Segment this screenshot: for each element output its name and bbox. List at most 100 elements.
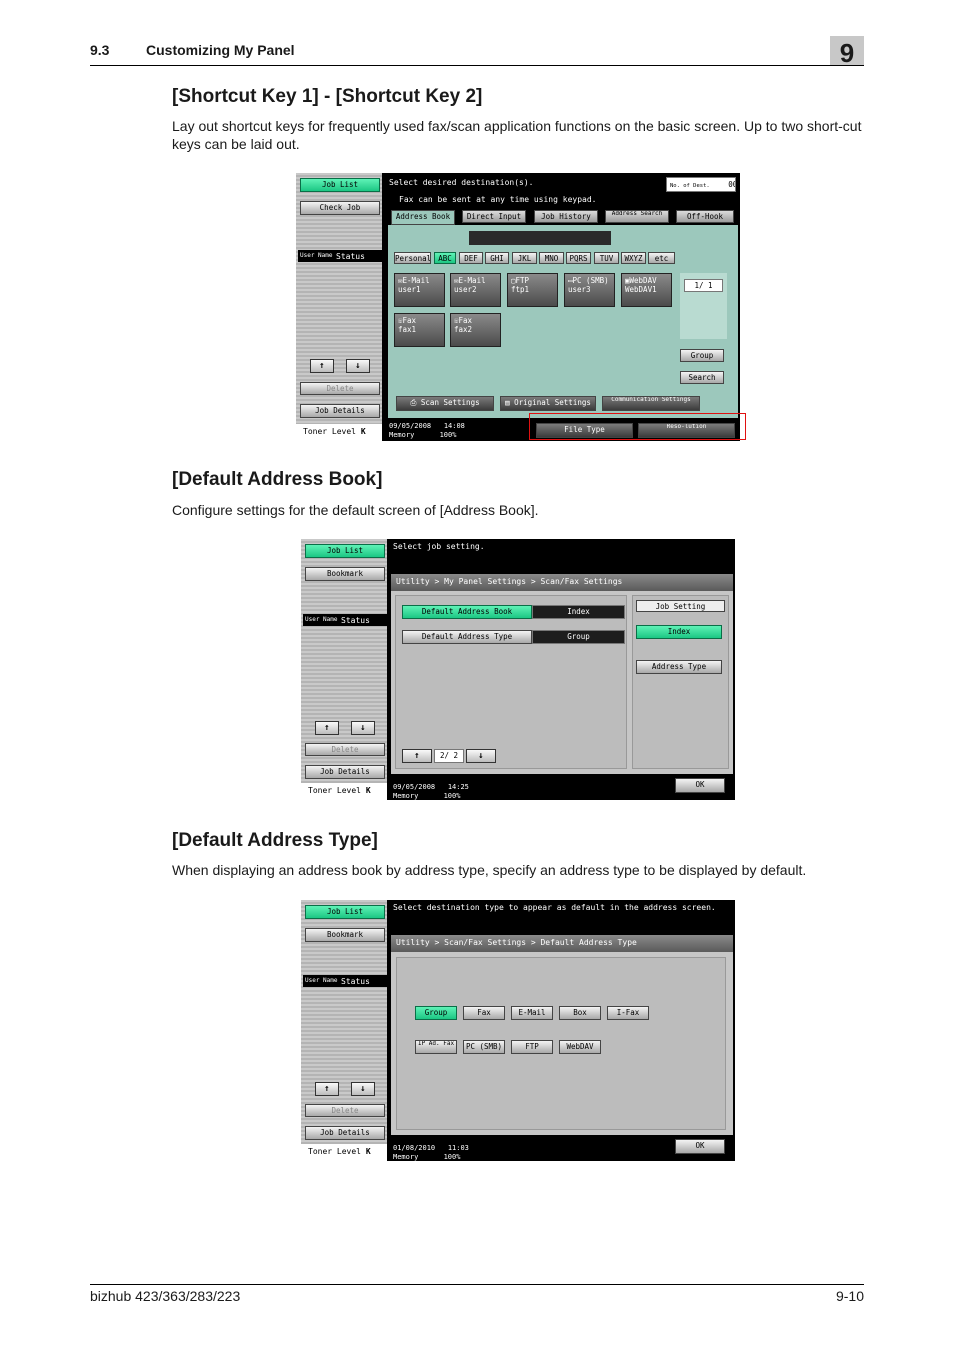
paragraph-default-address-book: Configure settings for the default scree… — [172, 502, 539, 518]
message-line: Select destination type to appear as def… — [393, 903, 716, 912]
page-up-button[interactable]: ↑ — [402, 749, 432, 763]
bookmark-button[interactable]: Bookmark — [305, 928, 385, 942]
option-index-button[interactable]: Index — [636, 625, 722, 639]
heading-shortcut-key: [Shortcut Key 1] - [Shortcut Key 2] — [172, 86, 483, 107]
screenshot-shortcut-keys: Job List Check Job User Name Status ↑ ↓ … — [296, 173, 740, 441]
destination-fax2[interactable]: ☏Fax fax2 — [450, 313, 501, 347]
chapter-badge: 9 — [830, 36, 864, 68]
left-panel: Job List Check Job User Name Status ↑ ↓ … — [296, 173, 382, 441]
destination-ftp1[interactable]: ▢FTP ftp1 — [507, 273, 558, 307]
delete-button[interactable]: Delete — [305, 1104, 385, 1117]
type-fax-button[interactable]: Fax — [463, 1006, 505, 1020]
job-list-button[interactable]: Job List — [305, 544, 385, 558]
user-status-header: User Name Status — [303, 975, 387, 987]
scroll-down-button[interactable]: ↓ — [346, 359, 370, 373]
paragraph-default-address-type: When displaying an address book by addre… — [172, 862, 807, 878]
type-ifax-button[interactable]: I-Fax — [607, 1006, 649, 1020]
paragraph-shortcut-key: Lay out shortcut keys for frequently use… — [172, 118, 862, 152]
destination-user3[interactable]: ▭PC (SMB) user3 — [564, 273, 615, 307]
index-tab-personal[interactable]: Personal — [394, 252, 431, 264]
scan-settings-tab[interactable]: ⎙ Scan Settings — [396, 396, 494, 411]
job-setting-panel: Job Setting Index Address Type — [632, 595, 729, 769]
job-list-button[interactable]: Job List — [305, 905, 385, 919]
scroll-up-button[interactable]: ↑ — [315, 721, 339, 735]
default-address-book-row[interactable]: Default Address Book — [402, 605, 532, 619]
job-details-button[interactable]: Job Details — [305, 1126, 385, 1140]
section-number: 9.3 — [90, 42, 110, 58]
type-ip-fax-button[interactable]: IP Ad. Fax — [415, 1040, 457, 1054]
type-group-button[interactable]: Group — [415, 1006, 457, 1020]
type-pc-smb-button[interactable]: PC (SMB) — [463, 1040, 505, 1054]
ok-button[interactable]: OK — [675, 778, 725, 793]
toner-level: Toner Level K — [301, 1144, 387, 1161]
index-tab-def[interactable]: DEF — [459, 252, 483, 264]
job-details-button[interactable]: Job Details — [305, 765, 385, 779]
message-line-2: Fax can be sent at any time using keypad… — [399, 195, 597, 204]
ok-button[interactable]: OK — [675, 1139, 725, 1154]
address-type-area: Group Fax E-Mail Box I-Fax IP Ad. Fax PC… — [391, 952, 733, 1135]
toner-level: Toner Level K — [296, 424, 382, 441]
index-tab-abc[interactable]: ABC — [434, 252, 456, 264]
scroll-down-button[interactable]: ↓ — [351, 1082, 375, 1096]
left-panel: Job List Bookmark User Name Status ↑ ↓ D… — [301, 900, 387, 1161]
default-address-type-row[interactable]: Default Address Type — [402, 630, 532, 644]
footer-model: bizhub 423/363/283/223 — [90, 1288, 241, 1304]
screenshot-default-address-type: Job List Bookmark User Name Status ↑ ↓ D… — [301, 900, 735, 1161]
user-status-header: User Name Status — [298, 250, 382, 262]
index-tab-pqrs[interactable]: PQRS — [566, 252, 591, 264]
settings-list: Default Address Book Index Default Addre… — [395, 595, 627, 769]
job-setting-label: Job Setting — [636, 600, 725, 612]
memory-status: Memory 100% — [393, 792, 461, 800]
message-line: Select job setting. — [393, 542, 485, 551]
breadcrumb: Utility > My Panel Settings > Scan/Fax S… — [391, 574, 733, 591]
settings-area: Default Address Book Index Default Addre… — [391, 591, 733, 774]
heading-default-address-book: [Default Address Book] — [172, 469, 383, 490]
index-tab-etc[interactable]: etc — [648, 252, 675, 264]
heading-default-address-type: [Default Address Type] — [172, 830, 378, 851]
destination-user2[interactable]: ✉E-Mail user2 — [450, 273, 501, 307]
tab-off-hook[interactable]: Off-Hook — [676, 210, 734, 223]
destination-webdav1[interactable]: ▣WebDAV WebDAV1 — [621, 273, 672, 307]
job-details-button[interactable]: Job Details — [300, 404, 380, 418]
date-time: 01/08/2010 11:03 — [393, 1144, 469, 1152]
type-box-button[interactable]: Box — [559, 1006, 601, 1020]
option-address-type-button[interactable]: Address Type — [636, 660, 722, 674]
job-list-button[interactable]: Job List — [300, 178, 380, 192]
index-tab-wxyz[interactable]: WXYZ — [621, 252, 646, 264]
delete-button[interactable]: Delete — [300, 382, 380, 395]
index-tab-jkl[interactable]: JKL — [512, 252, 537, 264]
group-button[interactable]: Group — [680, 349, 724, 362]
address-book-area: Personal ABC DEF GHI JKL MNO PQRS TUV WX… — [388, 225, 738, 418]
search-button[interactable]: Search — [680, 371, 724, 384]
type-email-button[interactable]: E-Mail — [511, 1006, 553, 1020]
scan-icon: ⎙ — [410, 398, 421, 407]
bookmark-button[interactable]: Bookmark — [305, 567, 385, 581]
page-panel: 1/ 1 — [680, 273, 727, 339]
original-settings-tab[interactable]: ▤ Original Settings — [500, 396, 596, 411]
delete-button[interactable]: Delete — [305, 743, 385, 756]
index-tab-ghi[interactable]: GHI — [485, 252, 509, 264]
footer-page-number: 9-10 — [835, 1288, 864, 1304]
date-time: 09/05/2008 14:08 — [389, 422, 465, 430]
address-type-panel: Group Fax E-Mail Box I-Fax IP Ad. Fax PC… — [396, 957, 726, 1130]
index-tab-tuv[interactable]: TUV — [594, 252, 619, 264]
tab-address-book[interactable]: Address Book — [391, 210, 455, 225]
scroll-up-button[interactable]: ↑ — [315, 1082, 339, 1096]
destination-fax1[interactable]: ☏Fax fax1 — [394, 313, 445, 347]
index-tab-mno[interactable]: MNO — [539, 252, 564, 264]
type-ftp-button[interactable]: FTP — [511, 1040, 553, 1054]
shortcut-highlight-box — [529, 413, 746, 440]
scroll-up-button[interactable]: ↑ — [310, 359, 334, 373]
check-job-button[interactable]: Check Job — [300, 201, 380, 215]
page-down-button[interactable]: ↓ — [466, 749, 496, 763]
no-of-dest-counter: No. of Dest. 000 — [666, 177, 736, 192]
communication-settings-tab[interactable]: Communication Settings — [602, 396, 700, 411]
tab-direct-input[interactable]: Direct Input — [462, 210, 526, 223]
scroll-down-button[interactable]: ↓ — [351, 721, 375, 735]
tab-job-history[interactable]: Job History — [534, 210, 598, 223]
type-webdav-button[interactable]: WebDAV — [559, 1040, 601, 1054]
tab-address-search[interactable]: Address Search — [605, 210, 669, 223]
destination-user1[interactable]: ✉E-Mail user1 — [394, 273, 445, 307]
breadcrumb: Utility > Scan/Fax Settings > Default Ad… — [391, 935, 733, 952]
user-status-header: User Name Status — [303, 614, 387, 626]
